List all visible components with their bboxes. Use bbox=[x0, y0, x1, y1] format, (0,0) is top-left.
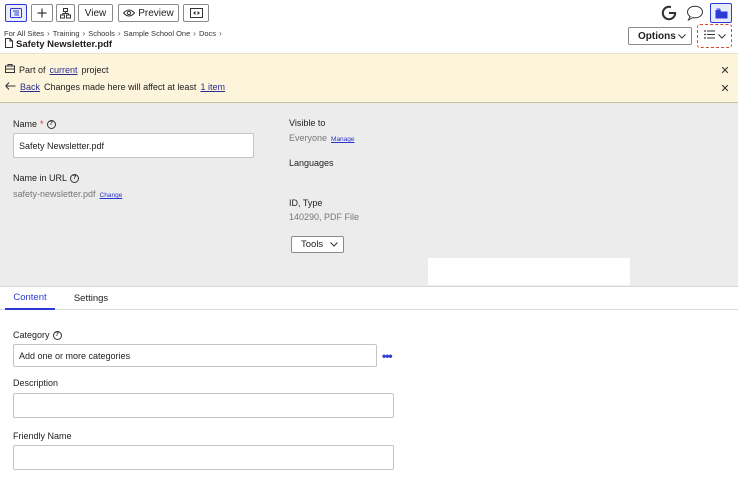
tab-content[interactable]: Content bbox=[5, 287, 55, 310]
category-label-text: Category bbox=[13, 330, 50, 340]
chevron-right-icon: › bbox=[47, 29, 50, 38]
tree-list-icon bbox=[10, 8, 22, 18]
chevron-down-icon bbox=[717, 31, 726, 42]
languages-label-text: Languages bbox=[289, 158, 334, 168]
comment-icon[interactable] bbox=[686, 5, 704, 22]
current-project-link[interactable]: current bbox=[50, 65, 78, 75]
changes-text: Changes made here will affect at least bbox=[44, 82, 197, 92]
g-circle-icon[interactable] bbox=[661, 5, 677, 21]
project-text: project bbox=[81, 64, 109, 75]
name-field[interactable]: Safety Newsletter.pdf bbox=[13, 133, 254, 158]
list-icon bbox=[703, 30, 715, 42]
visible-to-value: Everyone Manage bbox=[289, 133, 355, 143]
blank-panel bbox=[428, 258, 630, 285]
chevron-down-icon bbox=[330, 239, 338, 250]
id-type-value: 140290, PDF File bbox=[289, 212, 359, 222]
tab-bar: Content Settings bbox=[0, 286, 738, 310]
friendly-name-field[interactable] bbox=[13, 445, 394, 470]
folder-button[interactable] bbox=[710, 3, 732, 23]
url-value: safety-newsletter.pdf Change bbox=[13, 189, 122, 199]
list-view-dropdown[interactable] bbox=[697, 24, 732, 48]
description-label: Description bbox=[13, 378, 58, 388]
url-label-text: Name in URL bbox=[13, 173, 68, 183]
visible-to-value-text: Everyone bbox=[289, 133, 328, 143]
breadcrumb-item[interactable]: Sample School One bbox=[124, 29, 191, 38]
url-value-text: safety-newsletter.pdf bbox=[13, 189, 96, 199]
tab-settings-label: Settings bbox=[73, 293, 109, 304]
tab-content-label: Content bbox=[13, 292, 47, 303]
preview-button[interactable]: Preview bbox=[118, 4, 179, 22]
help-icon[interactable]: ? bbox=[70, 173, 80, 183]
visible-to-label-text: Visible to bbox=[289, 118, 326, 128]
tools-dropdown[interactable]: Tools bbox=[291, 236, 344, 253]
breadcrumb-item[interactable]: For All Sites bbox=[4, 29, 44, 38]
file-icon bbox=[5, 38, 13, 51]
description-field[interactable] bbox=[13, 393, 394, 418]
tools-label: Tools bbox=[301, 239, 324, 250]
changes-notice: Back Changes made here will affect at le… bbox=[5, 82, 225, 92]
toolbar: View Preview bbox=[0, 0, 738, 27]
tree-view-button[interactable] bbox=[5, 4, 27, 22]
sitemap-icon bbox=[60, 7, 71, 19]
required-marker: * bbox=[40, 119, 44, 129]
category-placeholder: Add one or more categories bbox=[19, 350, 131, 361]
close-icon[interactable]: ✕ bbox=[719, 64, 731, 77]
tab-settings[interactable]: Settings bbox=[66, 287, 116, 310]
name-label: Name * ? bbox=[13, 119, 56, 129]
chevron-right-icon: › bbox=[219, 29, 222, 38]
eye-icon bbox=[123, 9, 136, 17]
part-of-text: Part of bbox=[19, 64, 46, 75]
options-dropdown[interactable]: Options bbox=[628, 27, 692, 45]
visible-to-label: Visible to bbox=[289, 118, 325, 128]
project-icon bbox=[5, 64, 15, 75]
compare-icon bbox=[189, 8, 203, 18]
chevron-right-icon: › bbox=[117, 29, 121, 38]
name-label-text: Name bbox=[13, 119, 38, 129]
breadcrumb-item[interactable]: Training bbox=[53, 29, 80, 38]
chevron-right-icon: › bbox=[193, 29, 196, 38]
arrow-left-icon bbox=[5, 82, 16, 92]
name-field-value: Safety Newsletter.pdf bbox=[19, 140, 105, 151]
options-label: Options bbox=[638, 30, 676, 42]
breadcrumb-item[interactable]: Schools bbox=[88, 29, 115, 38]
project-banner: Part of current project ✕ Back Changes m… bbox=[0, 53, 738, 103]
breadcrumb: For All Sites › Training › Schools › Sam… bbox=[4, 29, 222, 38]
view-button[interactable]: View bbox=[78, 4, 113, 22]
view-button-label: View bbox=[84, 7, 107, 19]
close-icon[interactable]: ✕ bbox=[719, 82, 731, 95]
chevron-down-icon bbox=[678, 31, 686, 42]
friendly-name-label-text: Friendly Name bbox=[13, 431, 72, 441]
add-button[interactable] bbox=[31, 4, 53, 22]
category-label: Category ? bbox=[13, 330, 62, 340]
project-notice: Part of current project bbox=[5, 64, 109, 75]
compare-button[interactable] bbox=[183, 4, 209, 22]
category-input[interactable]: Add one or more categories bbox=[13, 344, 377, 367]
back-link[interactable]: Back bbox=[20, 82, 40, 92]
preview-button-label: Preview bbox=[138, 7, 174, 19]
page-title: Safety Newsletter.pdf bbox=[5, 38, 112, 51]
folder-icon bbox=[715, 8, 728, 19]
help-icon[interactable]: ? bbox=[46, 119, 56, 129]
help-icon[interactable]: ? bbox=[52, 330, 62, 340]
url-change-link[interactable]: Change bbox=[100, 192, 123, 199]
plus-icon bbox=[37, 8, 47, 18]
breadcrumb-item[interactable]: Docs bbox=[199, 29, 216, 38]
url-label: Name in URL ? bbox=[13, 173, 80, 183]
affected-items-link[interactable]: 1 item bbox=[200, 82, 225, 92]
languages-label: Languages bbox=[289, 158, 334, 168]
id-type-value-text: 140290, PDF File bbox=[289, 212, 360, 222]
manage-visibility-link[interactable]: Manage bbox=[331, 136, 355, 143]
page-title-text: Safety Newsletter.pdf bbox=[16, 39, 113, 50]
more-options-icon[interactable]: ••• bbox=[382, 349, 393, 363]
sitemap-button[interactable] bbox=[56, 4, 75, 22]
id-type-label-text: ID, Type bbox=[289, 198, 323, 208]
id-type-label: ID, Type bbox=[289, 198, 322, 208]
description-label-text: Description bbox=[13, 378, 59, 388]
chevron-right-icon: › bbox=[82, 29, 86, 38]
friendly-name-label: Friendly Name bbox=[13, 431, 72, 441]
